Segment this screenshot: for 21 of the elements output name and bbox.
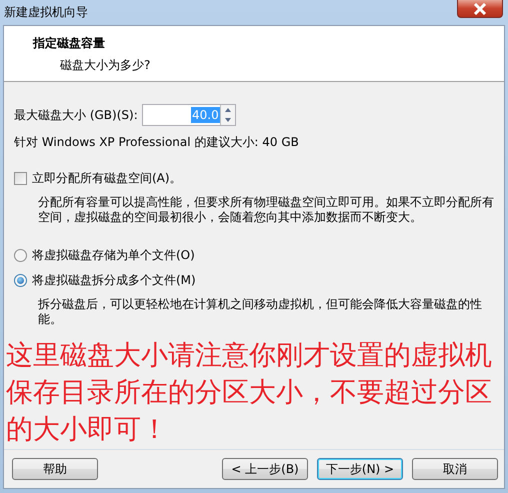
dialog-button[interactable]: 取消 bbox=[412, 458, 498, 480]
checkbox-label[interactable]: 立即分配所有磁盘空间(A)。 bbox=[32, 170, 182, 187]
radio-label[interactable]: 将虚拟磁盘存储为单个文件(O) bbox=[32, 247, 195, 264]
close-icon bbox=[473, 2, 487, 14]
help-button[interactable]: 帮助 bbox=[12, 458, 98, 480]
radio-button[interactable] bbox=[14, 249, 27, 262]
dialog-button[interactable]: 下一步(N) > bbox=[317, 458, 403, 480]
page-title: 指定磁盘容量 bbox=[33, 35, 106, 52]
radio-label[interactable]: 将虚拟磁盘拆分成多个文件(M) bbox=[32, 272, 196, 289]
size-value: 40.0 bbox=[191, 107, 220, 123]
recommendation-text: 针对 Windows XP Professional 的建议大小: 40 GB bbox=[14, 134, 300, 151]
page-subtitle: 磁盘大小为多少? bbox=[59, 57, 152, 74]
field-label: 最大磁盘大小 (GB)(S): bbox=[14, 106, 138, 124]
close-button[interactable] bbox=[457, 0, 503, 18]
dialog-button[interactable]: < 上一步(B) bbox=[222, 458, 308, 480]
annotation-text: 这里磁盘大小请注意你刚才设置的虚拟机保存目录所在的分区大小，不要超过分区的大小即可！ bbox=[6, 339, 493, 447]
description-text: 分配所有容量可以提高性能，但要求所有物理磁盘空间立即可用。如果不立即分配所有空间，虚拟磁盘的空间最初很小，会随着您向其中添加数据而不断变大。 bbox=[37, 195, 495, 225]
radio-button[interactable] bbox=[14, 274, 27, 287]
description-text: 拆分磁盘后，可以更轻松地在计算机之间移动虚拟机，但可能会降低大容量磁盘的性能。 bbox=[37, 297, 483, 327]
window-title: 新建虚拟机向导 bbox=[3, 4, 88, 21]
checkbox[interactable] bbox=[14, 172, 27, 185]
